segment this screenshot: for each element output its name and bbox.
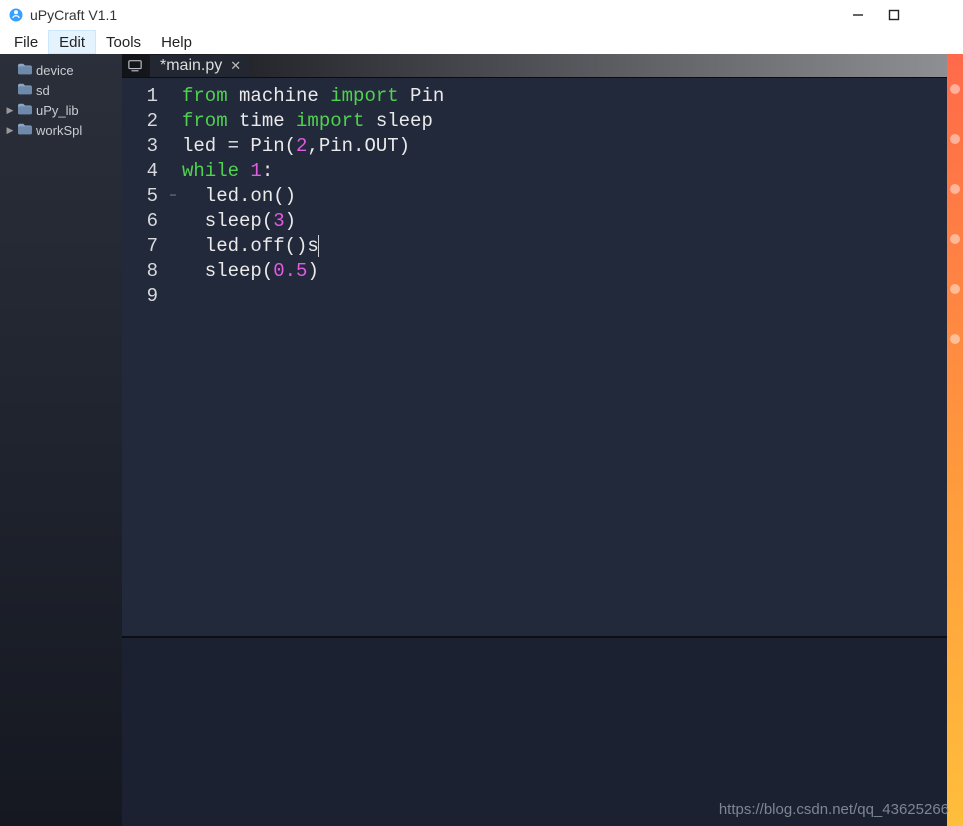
menu-file[interactable]: File: [4, 30, 48, 54]
device-icon[interactable]: [124, 55, 146, 77]
right-tool-1[interactable]: [950, 84, 960, 94]
menu-tools[interactable]: Tools: [96, 30, 151, 54]
close-icon[interactable]: ✕: [230, 58, 241, 74]
right-tool-6[interactable]: [950, 334, 960, 344]
line-number: 3: [122, 134, 158, 159]
code-line[interactable]: led = Pin(2,Pin.OUT): [182, 134, 444, 159]
file-tree: device sd ▶ uPy_lib ▶ workSpl: [0, 54, 122, 826]
right-tool-2[interactable]: [950, 134, 960, 144]
tree-item-sd[interactable]: sd: [0, 80, 122, 100]
tabstrip: *main.py ✕: [122, 54, 947, 78]
app-icon: [8, 7, 24, 23]
code-line[interactable]: from machine import Pin: [182, 84, 444, 109]
main-area: device sd ▶ uPy_lib ▶ workSpl *main.py ✕ 1234…: [0, 54, 963, 826]
window-title: uPyCraft V1.1: [30, 7, 851, 23]
menu-help[interactable]: Help: [151, 30, 202, 54]
console-panel[interactable]: [122, 636, 947, 826]
right-tool-4[interactable]: [950, 234, 960, 244]
code-editor[interactable]: 123456789 − from machine import Pinfrom …: [122, 78, 947, 636]
fold-column: −: [166, 78, 180, 636]
tab-main-py[interactable]: *main.py ✕: [150, 55, 249, 77]
tree-item-workSpl[interactable]: ▶ workSpl: [0, 120, 122, 140]
tab-label: *main.py: [160, 57, 222, 75]
line-number: 5: [122, 184, 158, 209]
line-number: 1: [122, 84, 158, 109]
expand-arrow-icon[interactable]: ▶: [6, 105, 14, 116]
menubar: File Edit Tools Help: [0, 30, 963, 54]
code-line[interactable]: sleep(0.5): [182, 259, 444, 284]
folder-icon: [18, 123, 32, 138]
code-area[interactable]: from machine import Pinfrom time import …: [180, 78, 444, 636]
code-line[interactable]: while 1:: [182, 159, 444, 184]
code-line[interactable]: from time import sleep: [182, 109, 444, 134]
line-number: 4: [122, 159, 158, 184]
folder-icon: [18, 63, 32, 78]
line-number: 6: [122, 209, 158, 234]
right-tool-5[interactable]: [950, 284, 960, 294]
expand-arrow-icon[interactable]: ▶: [6, 125, 14, 136]
maximize-button[interactable]: [887, 8, 901, 22]
code-line[interactable]: led.on(): [182, 184, 444, 209]
line-number: 8: [122, 259, 158, 284]
right-toolbar: [947, 54, 963, 826]
folder-icon: [18, 103, 32, 118]
titlebar: uPyCraft V1.1: [0, 0, 963, 30]
line-number: 7: [122, 234, 158, 259]
line-number: 2: [122, 109, 158, 134]
code-line[interactable]: led.off()s: [182, 234, 444, 259]
tree-item-label: device: [36, 63, 74, 78]
window-controls: [851, 8, 955, 22]
folder-icon: [18, 83, 32, 98]
fold-toggle-icon[interactable]: −: [166, 184, 180, 209]
tree-item-label: workSpl: [36, 123, 82, 138]
tree-item-device[interactable]: device: [0, 60, 122, 80]
menu-edit[interactable]: Edit: [48, 30, 96, 54]
line-gutter: 123456789: [122, 78, 166, 636]
code-line[interactable]: sleep(3): [182, 209, 444, 234]
tree-item-label: sd: [36, 83, 50, 98]
minimize-button[interactable]: [851, 8, 865, 22]
tree-item-uPy_lib[interactable]: ▶ uPy_lib: [0, 100, 122, 120]
tree-item-label: uPy_lib: [36, 103, 79, 118]
right-tool-3[interactable]: [950, 184, 960, 194]
line-number: 9: [122, 284, 158, 309]
text-cursor: [318, 235, 319, 257]
editor-column: *main.py ✕ 123456789 − from machine impo…: [122, 54, 947, 826]
